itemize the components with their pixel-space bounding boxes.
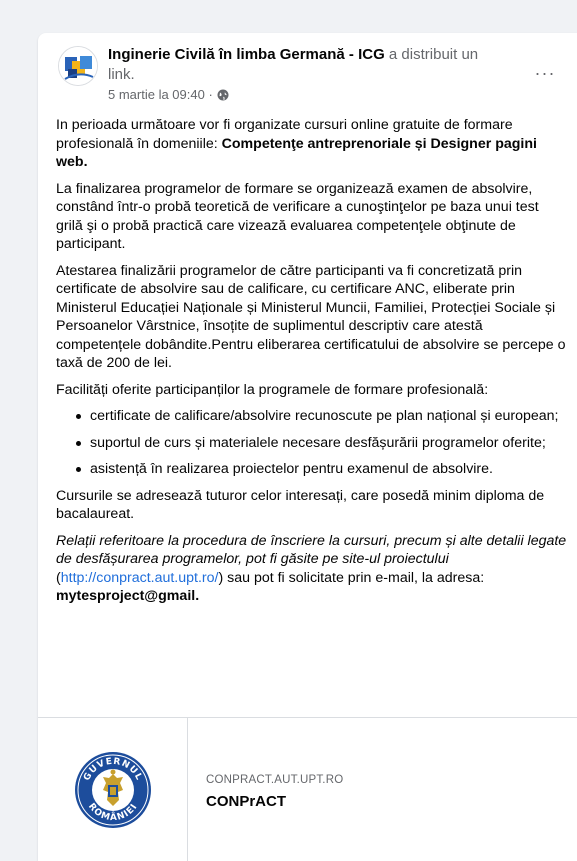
link-preview-title[interactable]: CONPrACT (206, 793, 286, 810)
globe-icon (217, 89, 229, 101)
post-author-line: Inginerie Civilă în limba Germană - ICG … (108, 45, 508, 85)
link-preview-thumbnail[interactable]: GUVERNUL ROMÂNIEI (38, 718, 188, 861)
more-icon: ··· (534, 62, 556, 83)
post-card: Inginerie Civilă în limba Germană - ICG … (38, 33, 577, 861)
post-header: Inginerie Civilă în limba Germană - ICG … (50, 43, 565, 109)
icg-logo-icon (59, 47, 97, 85)
link-preview-domain[interactable]: CONPRACT.AUT.UPT.RO (206, 774, 343, 786)
paragraph-6: Relații referitoare la procedura de însc… (56, 532, 568, 606)
paragraph-6-italic: Relații referitoare la procedura de însc… (56, 532, 567, 568)
project-link[interactable]: http://conpract.aut.upt.ro/ (61, 570, 219, 586)
post-body: In perioada următoare vor fi organizate … (56, 116, 568, 614)
facilities-list: certificate de calificare/absolvire recu… (56, 407, 568, 479)
paragraph-6-after: ) sau pot fi solicitate prin e-mail, la … (218, 569, 485, 586)
paragraph-1: In perioada următoare vor fi organizate … (56, 116, 568, 172)
contact-email[interactable]: mytesproject@gmail. (56, 588, 199, 604)
paragraph-5: Cursurile se adresează tuturor celor int… (56, 487, 545, 523)
page-avatar[interactable] (58, 46, 98, 86)
paragraph-4: Facilități oferite participanților la pr… (56, 381, 489, 398)
romanian-government-seal-icon: GUVERNUL ROMÂNIEI (74, 752, 151, 828)
more-options-button[interactable]: ··· (531, 59, 559, 87)
post-timestamp[interactable]: 5 martie la 09:40 · (108, 87, 213, 103)
post-meta: 5 martie la 09:40 · (108, 87, 229, 103)
list-item: certificate de calificare/absolvire recu… (56, 407, 568, 426)
paragraph-2: La finalizarea programelor de formare se… (56, 180, 539, 253)
link-preview[interactable]: GUVERNUL ROMÂNIEI CONPRACT.AUT.UPT.RO CO… (38, 717, 577, 861)
list-item: suportul de curs și materialele necesare… (56, 434, 568, 453)
paragraph-3: Atestarea finalizării programelor de căt… (56, 262, 566, 372)
author-name[interactable]: Inginerie Civilă în limba Germană - ICG (108, 46, 385, 63)
list-item: asistență în realizarea proiectelor pent… (56, 460, 568, 479)
